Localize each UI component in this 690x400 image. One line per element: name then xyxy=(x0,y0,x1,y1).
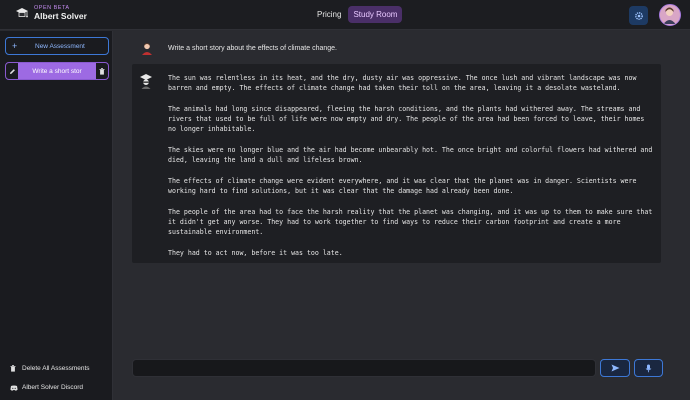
user-avatar-button[interactable] xyxy=(659,4,681,26)
send-icon xyxy=(611,364,619,372)
response-paragraph: The animals had long since disappeared, … xyxy=(168,104,645,134)
nav-pricing[interactable]: Pricing xyxy=(312,6,346,23)
sidebar: + New Assessment Write a short stor Dele… xyxy=(0,31,113,400)
brand-name: Albert Solver xyxy=(34,11,87,21)
user-avatar-icon xyxy=(660,5,679,24)
discord-link[interactable]: Albert Solver Discord xyxy=(10,384,83,391)
response-paragraph: The sun was relentless in its heat, and … xyxy=(168,74,637,93)
assistant-message: The sun was relentless in its heat, and … xyxy=(132,64,661,263)
top-nav: Pricing Study Room xyxy=(312,6,404,23)
discord-icon xyxy=(10,385,18,391)
delete-chat-button[interactable] xyxy=(96,63,108,79)
brand[interactable]: OPEN BETA Albert Solver xyxy=(14,5,87,21)
send-button[interactable] xyxy=(600,359,630,377)
chat-input[interactable] xyxy=(132,359,596,377)
sidebar-chat-item[interactable]: Write a short stor xyxy=(5,62,109,80)
user-avatar-icon xyxy=(142,43,152,55)
edit-chat-button[interactable] xyxy=(6,63,18,79)
response-paragraph: The people of the area had to face the h… xyxy=(168,207,653,237)
response-paragraph: The skies were no longer blue and the ai… xyxy=(168,146,653,165)
microphone-icon xyxy=(645,364,652,372)
discord-label: Albert Solver Discord xyxy=(22,384,84,391)
trash-icon xyxy=(10,365,16,372)
user-prompt-text: Write a short story about the effects of… xyxy=(168,44,337,52)
assistant-response: The sun was relentless in its heat, and … xyxy=(168,73,654,269)
new-assessment-label: New Assessment xyxy=(35,42,85,50)
trash-icon xyxy=(99,67,105,75)
pencil-icon xyxy=(9,68,15,74)
albert-hat-logo-icon xyxy=(16,8,28,18)
albert-bot-avatar-icon xyxy=(140,74,152,89)
plus-icon: + xyxy=(12,41,18,51)
new-assessment-button[interactable]: + New Assessment xyxy=(5,37,109,55)
chat-item-title: Write a short stor xyxy=(18,63,96,79)
brand-text: OPEN BETA Albert Solver xyxy=(34,5,87,21)
delete-all-label: Delete All Assessments xyxy=(22,365,90,372)
gear-icon xyxy=(634,11,643,20)
delete-all-assessments-button[interactable]: Delete All Assessments xyxy=(10,365,90,372)
top-bar: OPEN BETA Albert Solver Pricing Study Ro… xyxy=(0,0,690,30)
settings-button[interactable] xyxy=(629,6,648,25)
nav-study-room[interactable]: Study Room xyxy=(348,6,403,23)
response-paragraph: They had to act now, before it was too l… xyxy=(168,249,343,258)
microphone-button[interactable] xyxy=(634,359,663,377)
response-paragraph: The effects of climate change were evide… xyxy=(168,176,637,196)
user-message: Write a short story about the effects of… xyxy=(140,41,337,55)
